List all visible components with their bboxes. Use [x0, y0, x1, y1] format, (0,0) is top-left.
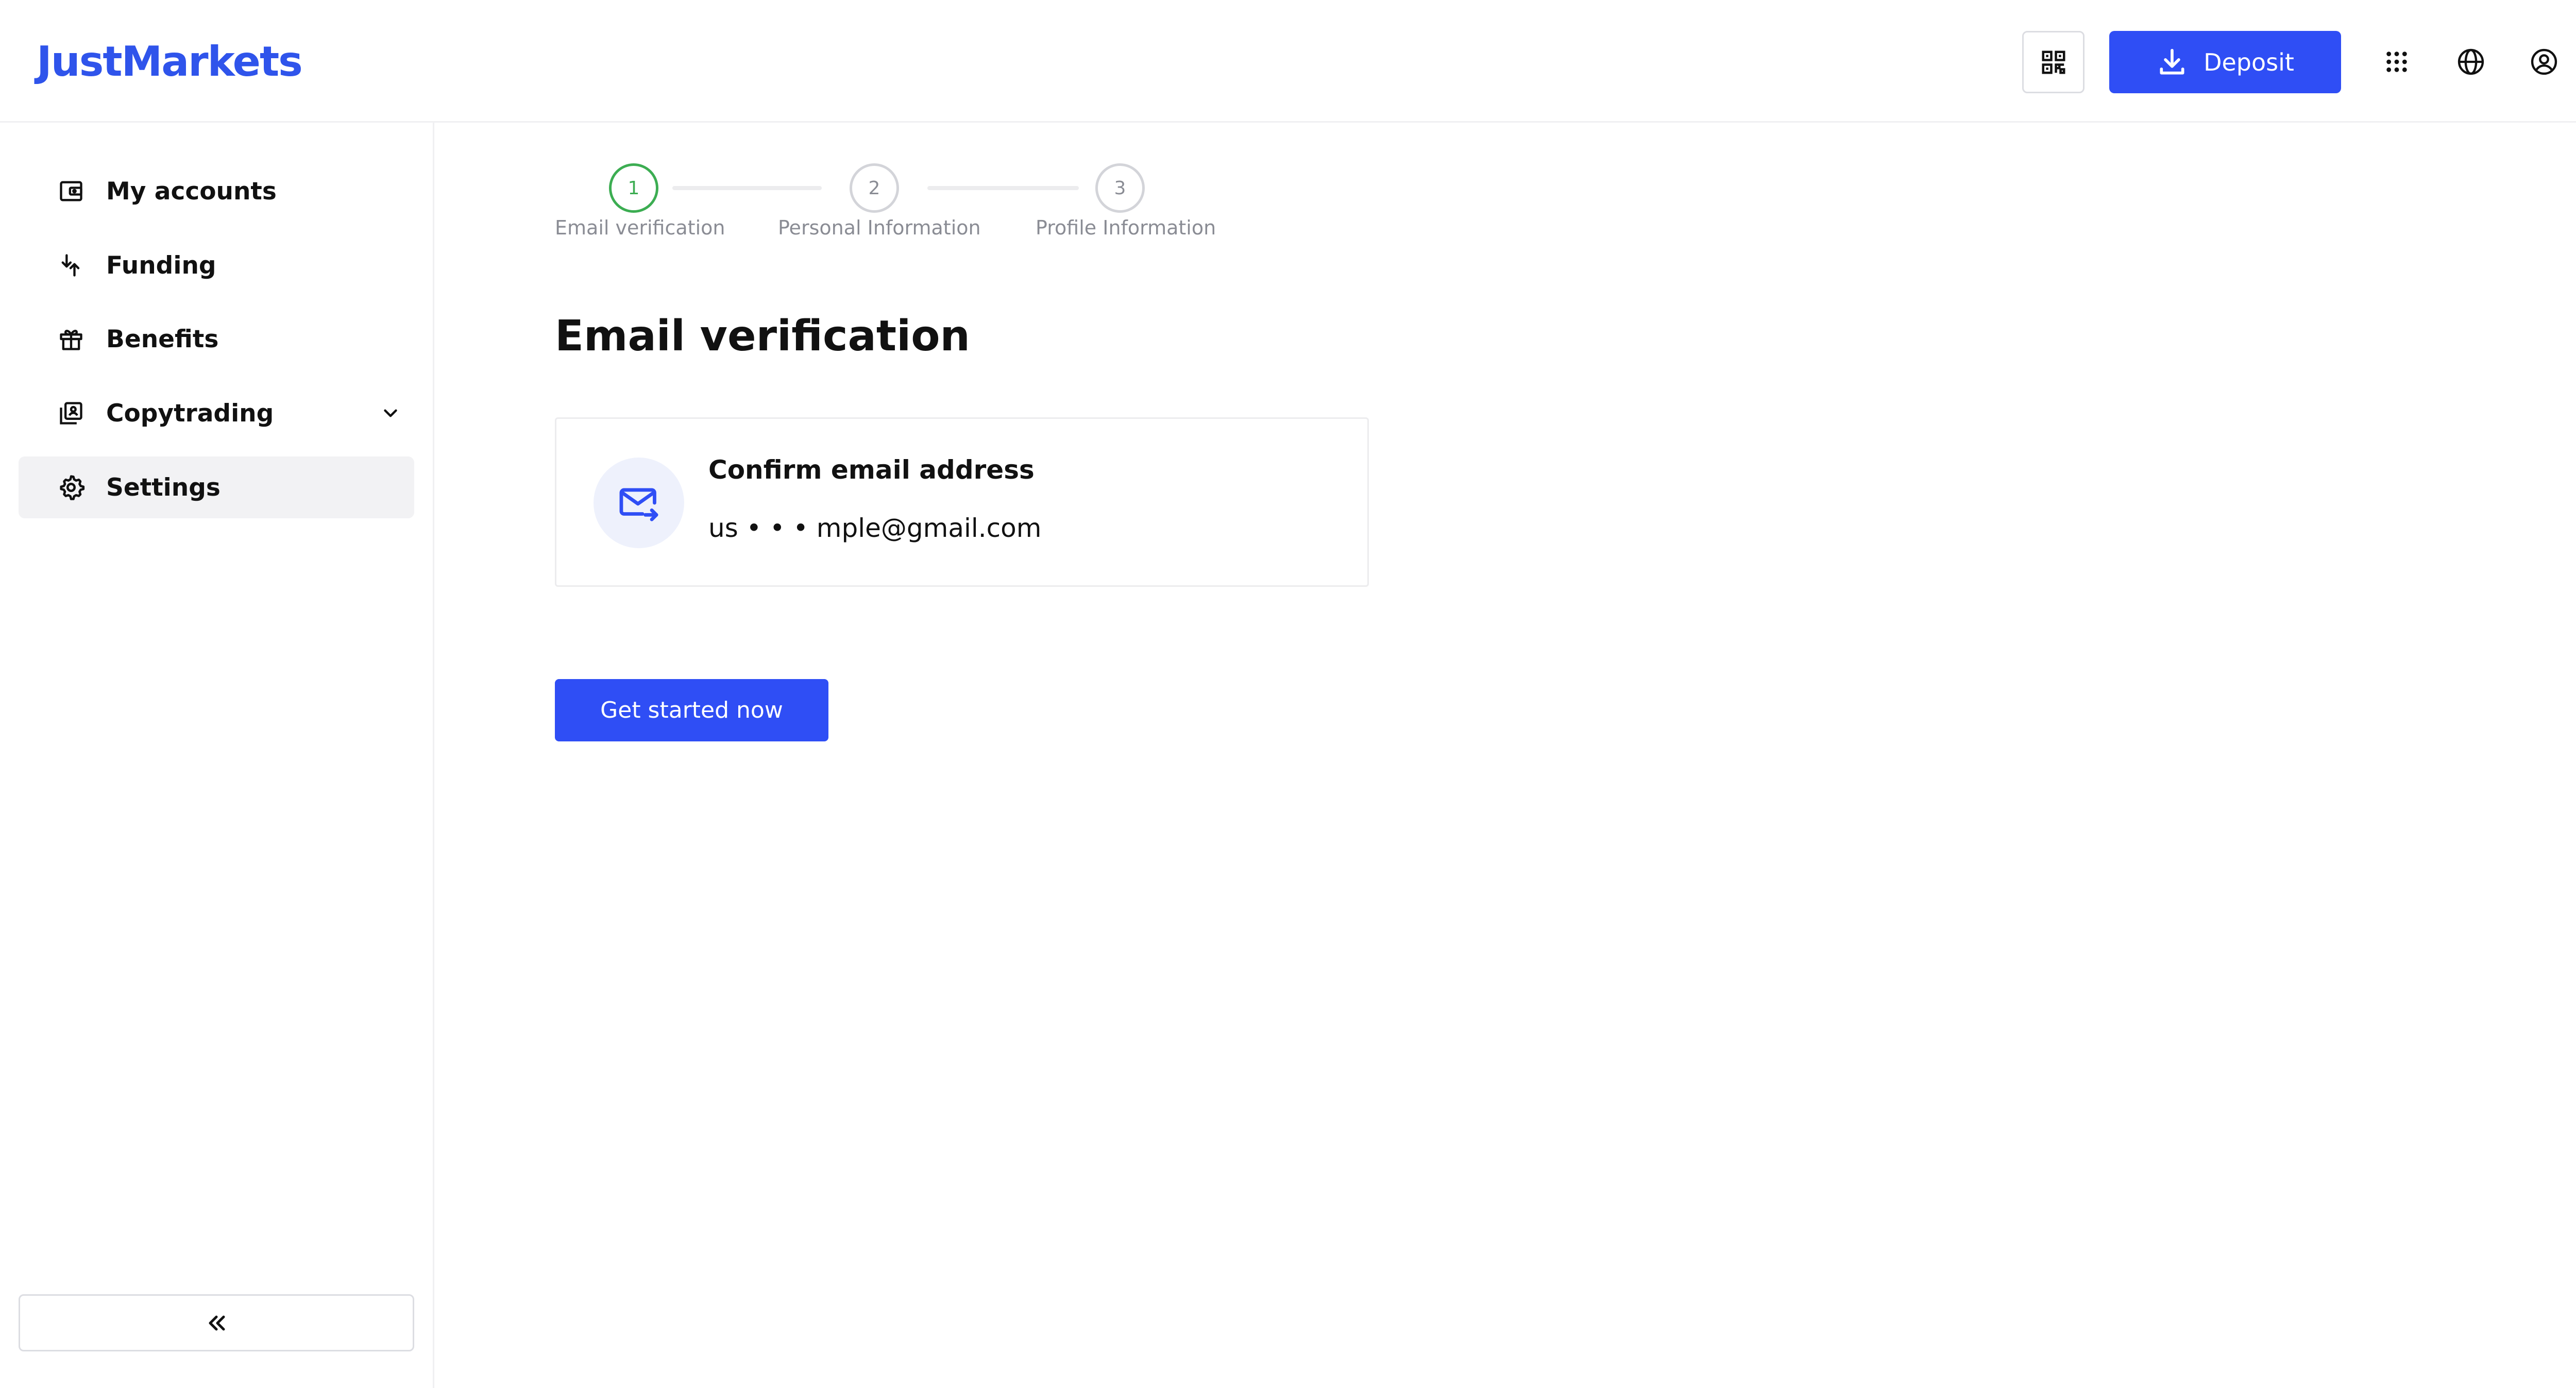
- top-header: JustMarkets Deposit: [0, 0, 2576, 123]
- page-title: Email verification: [555, 312, 970, 361]
- step-3-circle: 3: [1095, 163, 1145, 213]
- profile-button[interactable]: [2523, 41, 2565, 82]
- card-title: Confirm email address: [708, 455, 1035, 485]
- gear-icon: [57, 473, 86, 502]
- globe-icon: [2458, 48, 2484, 75]
- qr-code-button[interactable]: [2022, 31, 2084, 93]
- sidebar-item-label: My accounts: [106, 177, 277, 206]
- step-2-circle: 2: [850, 163, 899, 213]
- download-icon: [2160, 48, 2184, 75]
- sidebar-item-label: Benefits: [106, 325, 219, 353]
- user-circle-icon: [2531, 48, 2557, 75]
- step-connector: [927, 186, 1079, 190]
- arrows-transfer-icon: [57, 251, 86, 280]
- sidebar: My accounts Funding Benefits Copytrading…: [0, 123, 434, 1388]
- sidebar-item-label: Copytrading: [106, 399, 274, 428]
- apps-button[interactable]: [2376, 41, 2417, 82]
- sidebar-item-funding[interactable]: Funding: [19, 234, 414, 296]
- step-connector: [672, 186, 822, 190]
- confirm-email-card: Confirm email address us • • • mple@gmai…: [555, 417, 1369, 587]
- sidebar-item-copytrading[interactable]: Copytrading: [19, 382, 414, 444]
- step-1-label: Email verification: [555, 216, 725, 239]
- gift-icon: [57, 325, 86, 353]
- get-started-button[interactable]: Get started now: [555, 679, 828, 741]
- mail-icon-badge: [594, 458, 684, 548]
- chevron-down-icon[interactable]: [376, 399, 405, 428]
- step-1-circle: 1: [609, 163, 658, 213]
- copytrading-icon: [57, 399, 86, 428]
- logo[interactable]: JustMarkets: [37, 36, 303, 88]
- sidebar-item-label: Funding: [106, 251, 216, 280]
- step-3-label: Profile Information: [1036, 216, 1216, 239]
- language-button[interactable]: [2450, 41, 2492, 82]
- deposit-button[interactable]: Deposit: [2109, 31, 2341, 93]
- deposit-label: Deposit: [2204, 48, 2294, 76]
- masked-email: us • • • mple@gmail.com: [708, 513, 1042, 543]
- qr-code-icon: [2042, 50, 2065, 74]
- apps-grid-icon: [2386, 52, 2407, 72]
- step-2-label: Personal Information: [778, 216, 981, 239]
- wallet-icon: [57, 177, 86, 206]
- collapse-sidebar-button[interactable]: [19, 1294, 414, 1351]
- mail-send-icon: [619, 488, 658, 521]
- sidebar-item-benefits[interactable]: Benefits: [19, 308, 414, 370]
- double-chevron-left-icon: [209, 1315, 225, 1330]
- sidebar-item-label: Settings: [106, 473, 221, 502]
- sidebar-item-my-accounts[interactable]: My accounts: [19, 160, 414, 222]
- sidebar-item-settings[interactable]: Settings: [19, 456, 414, 518]
